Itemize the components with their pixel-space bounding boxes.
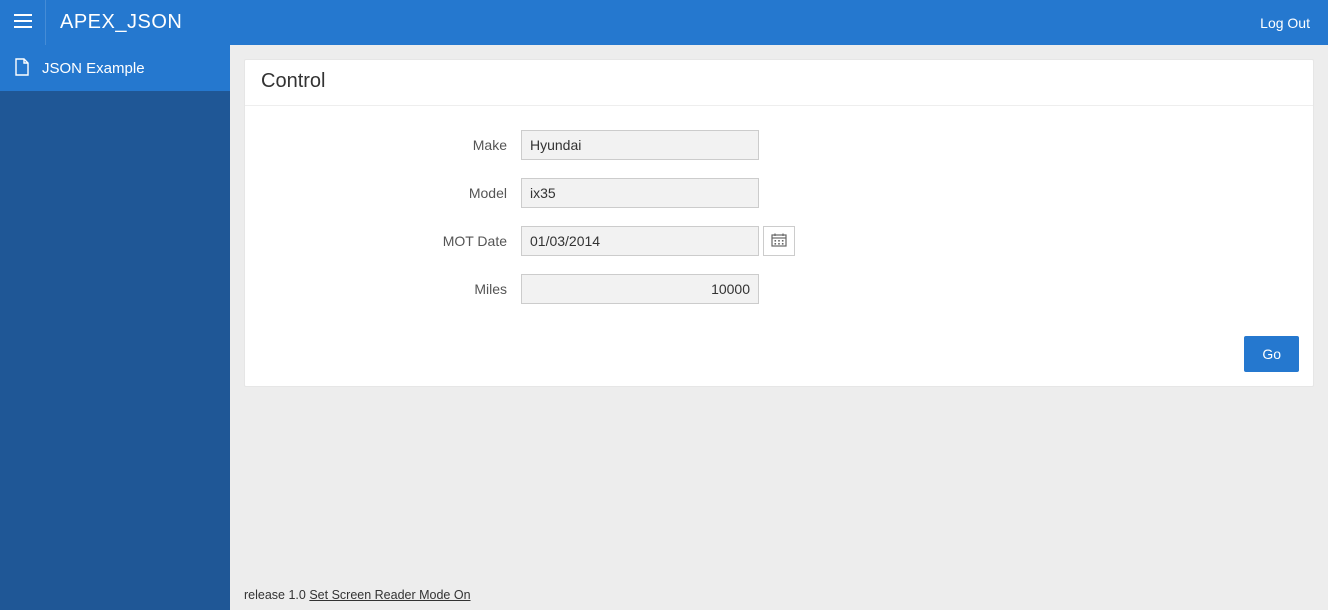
model-row: Model <box>261 178 1297 208</box>
main-content: Control Make Model MOT Date <box>230 45 1328 610</box>
sidebar: JSON Example <box>0 45 230 610</box>
miles-input[interactable] <box>521 274 759 304</box>
model-label: Model <box>261 185 521 201</box>
model-input[interactable] <box>521 178 759 208</box>
make-input[interactable] <box>521 130 759 160</box>
page-icon <box>14 58 30 79</box>
hamburger-icon <box>14 14 32 31</box>
mot-date-input[interactable] <box>521 226 759 256</box>
mot-date-row: MOT Date <box>261 226 1297 256</box>
miles-row: Miles <box>261 274 1297 304</box>
go-button[interactable]: Go <box>1244 336 1299 372</box>
make-label: Make <box>261 137 521 153</box>
logout-link[interactable]: Log Out <box>1260 15 1328 31</box>
screen-reader-link[interactable]: Set Screen Reader Mode On <box>309 588 470 602</box>
control-region: Control Make Model MOT Date <box>244 59 1314 387</box>
region-title: Control <box>245 60 1313 106</box>
release-text: release 1.0 <box>244 588 309 602</box>
make-row: Make <box>261 130 1297 160</box>
miles-label: Miles <box>261 281 521 297</box>
calendar-icon <box>771 233 787 250</box>
app-title: APEX_JSON <box>46 11 182 34</box>
footer-note: release 1.0 Set Screen Reader Mode On <box>244 588 471 602</box>
top-bar: APEX_JSON Log Out <box>0 0 1328 45</box>
date-picker-button[interactable] <box>763 226 795 256</box>
mot-date-label: MOT Date <box>261 233 521 249</box>
sidebar-item-label: JSON Example <box>42 60 145 77</box>
menu-toggle-button[interactable] <box>0 0 46 45</box>
sidebar-item-json-example[interactable]: JSON Example <box>0 45 230 91</box>
